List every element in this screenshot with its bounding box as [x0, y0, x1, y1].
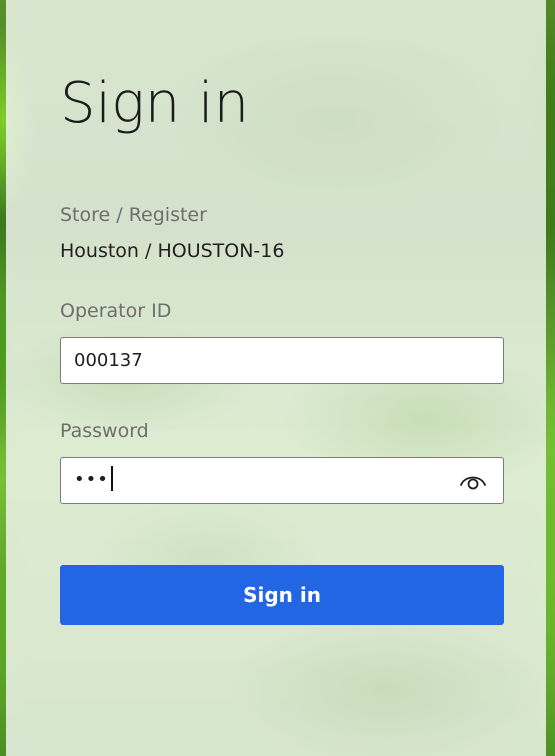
password-label: Password [60, 420, 149, 442]
sign-in-panel: Sign in Store / Register Houston / HOUST… [6, 0, 546, 756]
sign-in-button[interactable]: Sign in [60, 565, 504, 625]
operator-id-value: 000137 [74, 350, 143, 371]
store-register-label: Store / Register [60, 204, 207, 226]
eye-icon[interactable] [459, 471, 487, 491]
operator-id-label: Operator ID [60, 300, 172, 322]
password-masked-value: ••• [74, 466, 113, 492]
text-caret [110, 466, 113, 491]
page-title: Sign in [60, 71, 250, 136]
password-field[interactable]: ••• [60, 457, 504, 504]
store-register-value: Houston / HOUSTON-16 [60, 240, 285, 262]
operator-id-field[interactable]: 000137 [60, 337, 504, 384]
